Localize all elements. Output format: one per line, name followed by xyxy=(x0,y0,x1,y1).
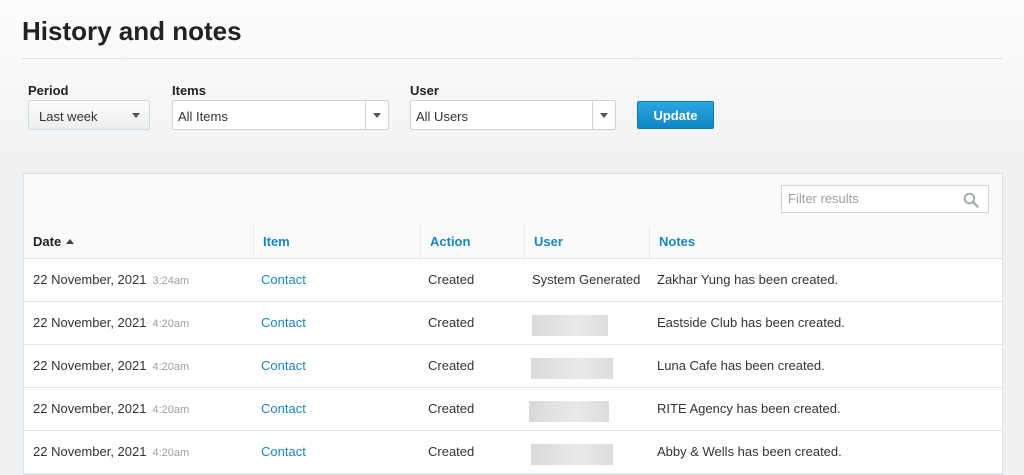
row-item-link[interactable]: Contact xyxy=(261,388,306,430)
redacted-user xyxy=(529,401,609,422)
search-icon[interactable] xyxy=(963,192,979,208)
items-label: Items xyxy=(172,83,206,98)
row-action: Created xyxy=(428,358,475,373)
row-item-link[interactable]: Contact xyxy=(261,345,306,387)
column-header-date-label: Date xyxy=(33,234,62,249)
row-time: 4:20am xyxy=(152,361,190,373)
redacted-user xyxy=(531,444,613,465)
period-select-value: Last week xyxy=(39,109,98,124)
row-time: 3:24am xyxy=(152,275,190,287)
row-date: 22 November, 2021 3:24am xyxy=(33,272,190,287)
chevron-down-icon xyxy=(592,101,615,129)
items-select[interactable]: All Items xyxy=(172,100,389,130)
row-notes: Zakhar Yung has been created. xyxy=(657,272,839,287)
title-divider xyxy=(22,58,1002,59)
history-panel: Date Item Action User Notes 22 November,… xyxy=(23,173,1003,475)
period-label: Period xyxy=(28,83,69,98)
page-header: History and notes Period Items User Last… xyxy=(0,0,1024,152)
row-action: Created xyxy=(428,444,475,459)
table-row: 22 November, 2021 4:20am Contact Created … xyxy=(24,388,1002,431)
chevron-down-icon xyxy=(125,101,147,129)
redacted-user xyxy=(531,358,613,379)
column-header-action[interactable]: Action xyxy=(420,226,524,258)
row-date: 22 November, 2021 4:20am xyxy=(33,401,190,416)
table-row: 22 November, 2021 4:20am Contact Created … xyxy=(24,431,1002,474)
redacted-user xyxy=(532,315,608,336)
row-item-link[interactable]: Contact xyxy=(261,302,306,344)
row-date: 22 November, 2021 4:20am xyxy=(33,444,190,459)
row-notes: RITE Agency has been created. xyxy=(657,401,841,416)
page-title: History and notes xyxy=(22,16,242,46)
sort-ascending-icon xyxy=(66,239,75,244)
row-action: Created xyxy=(428,401,475,416)
row-action: Created xyxy=(428,272,475,287)
column-header-user[interactable]: User xyxy=(524,226,649,258)
items-select-value: All Items xyxy=(178,109,228,124)
user-label: User xyxy=(410,83,439,98)
update-button[interactable]: Update xyxy=(637,101,714,129)
row-time: 4:20am xyxy=(152,447,190,459)
row-notes: Abby & Wells has been created. xyxy=(657,444,842,459)
row-user: System Generated xyxy=(532,272,641,287)
column-header-item[interactable]: Item xyxy=(253,226,420,258)
row-time: 4:20am xyxy=(152,404,190,416)
filter-results-field[interactable] xyxy=(781,185,989,213)
row-date: 22 November, 2021 4:20am xyxy=(33,315,190,330)
chevron-down-icon xyxy=(365,101,388,129)
table-toolbar xyxy=(24,174,1002,227)
row-notes: Eastside Club has been created. xyxy=(657,315,845,330)
row-item-link[interactable]: Contact xyxy=(261,431,306,473)
user-select-value: All Users xyxy=(416,109,469,124)
user-select[interactable]: All Users xyxy=(410,100,616,130)
column-header-date[interactable]: Date xyxy=(24,226,253,258)
table-row: 22 November, 2021 4:20am Contact Created … xyxy=(24,302,1002,345)
row-item-link[interactable]: Contact xyxy=(261,259,306,301)
table-header: Date Item Action User Notes xyxy=(24,226,1002,259)
filter-results-input[interactable] xyxy=(788,191,953,206)
period-select[interactable]: Last week xyxy=(28,100,150,130)
table-row: 22 November, 2021 3:24am Contact Created … xyxy=(24,259,1002,302)
table-row: 22 November, 2021 4:20am Contact Created … xyxy=(24,345,1002,388)
row-action: Created xyxy=(428,315,475,330)
column-header-notes[interactable]: Notes xyxy=(649,226,1002,258)
row-time: 4:20am xyxy=(152,318,190,330)
row-notes: Luna Cafe has been created. xyxy=(657,358,825,373)
row-date: 22 November, 2021 4:20am xyxy=(33,358,190,373)
